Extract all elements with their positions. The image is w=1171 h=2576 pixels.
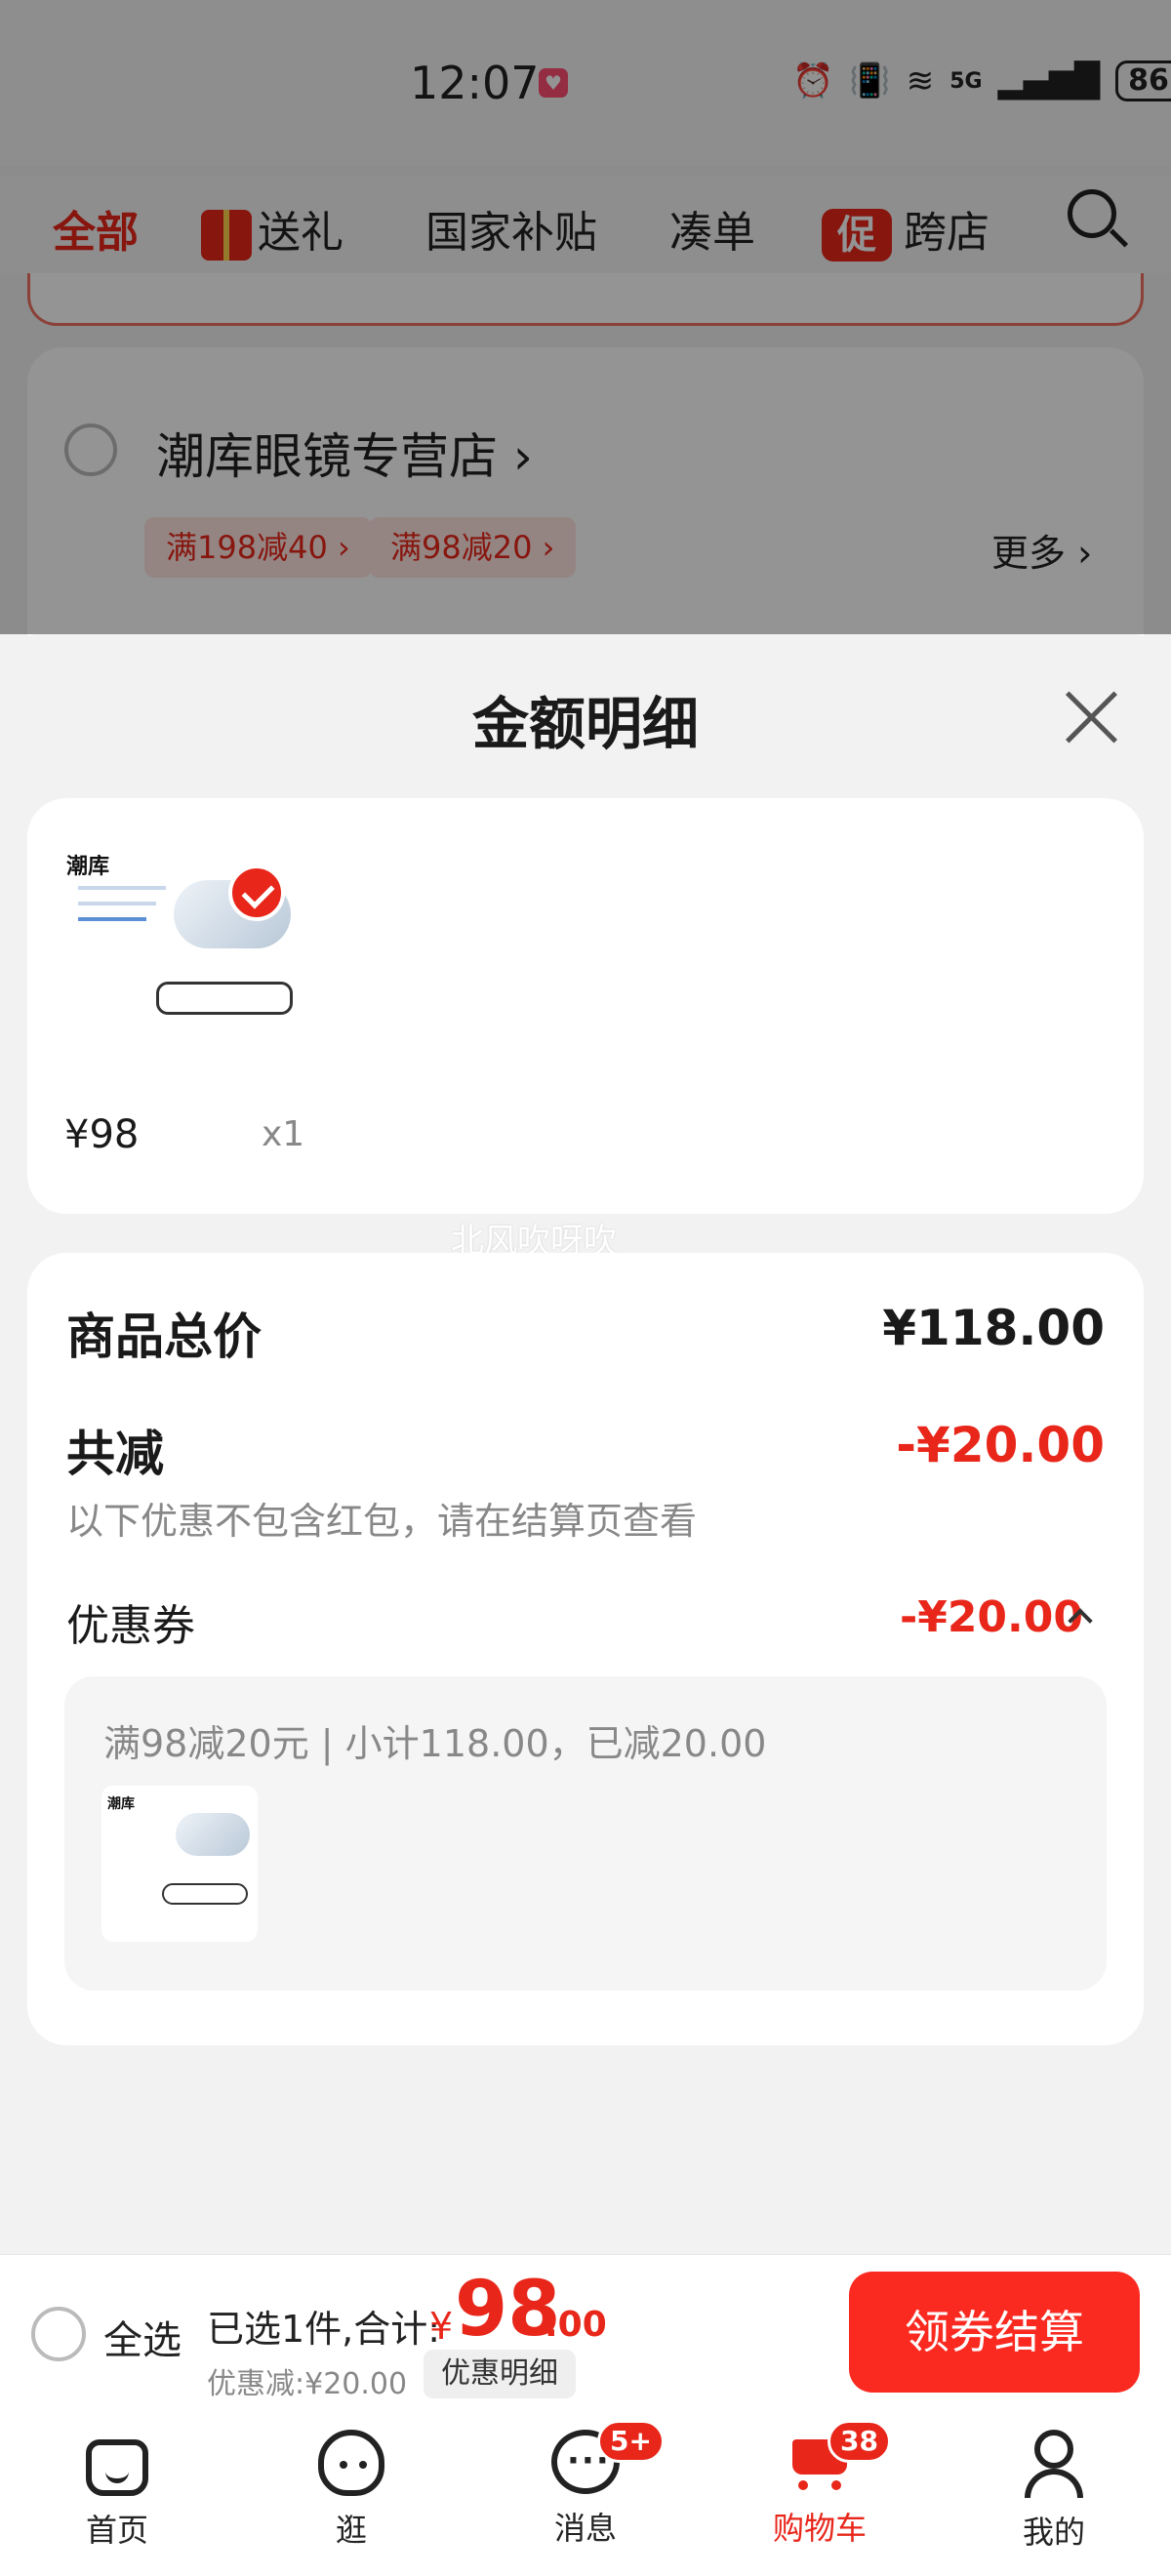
nav-label: 购物车 — [772, 2510, 867, 2547]
thumb-text-line — [78, 917, 146, 921]
selected-check-icon — [228, 865, 285, 921]
nav-label: 首页 — [85, 2512, 148, 2549]
nav-label: 我的 — [1022, 2514, 1085, 2551]
select-all-label[interactable]: 全选 — [103, 2309, 182, 2365]
total-reduction-label: 共减 — [66, 1426, 164, 1482]
discount-detail-button[interactable]: 优惠明细 — [424, 2350, 576, 2398]
thumb-text-line — [78, 886, 166, 890]
total-amount-decimal: .00 — [545, 2305, 607, 2345]
nav-label: 逛 — [335, 2512, 367, 2549]
total-price-label: 商品总价 — [66, 1308, 262, 1365]
dim-overlay[interactable] — [0, 0, 1171, 634]
close-icon[interactable] — [1064, 689, 1118, 744]
glasses-frame-image — [156, 982, 293, 1015]
total-price-value: ¥118.00 — [882, 1300, 1105, 1356]
item-price: ¥98 — [64, 1112, 140, 1157]
coupon-value[interactable]: -¥20.00 — [900, 1592, 1083, 1642]
profile-icon — [1023, 2430, 1085, 2498]
nav-profile[interactable]: 我的 — [976, 2430, 1132, 2553]
stroll-icon — [318, 2430, 384, 2496]
thumb-brand: 潮库 — [66, 855, 110, 879]
thumb-text-line — [78, 902, 156, 906]
glasses-frame-image — [162, 1883, 248, 1905]
nav-label: 消息 — [553, 2510, 617, 2547]
nav-stroll[interactable]: 逛 — [273, 2430, 429, 2551]
coupon-description: 满98减20元 | 小计118.00，已减20.00 — [103, 1722, 767, 1765]
selected-count-text: 已选1件,合计: — [207, 2308, 441, 2351]
total-currency: ¥ — [429, 2305, 454, 2348]
sheet-title: 金额明细 — [471, 691, 699, 757]
discount-note: 以下优惠不包含红包，请在结算页查看 — [66, 1500, 698, 1543]
select-all-radio[interactable] — [31, 2307, 86, 2361]
lens-image — [176, 1813, 250, 1856]
item-quantity: x1 — [262, 1114, 305, 1154]
coupon-product-thumbnail: 潮库 — [101, 1786, 258, 1942]
cart-badge: 38 — [828, 2420, 891, 2463]
checkout-button[interactable]: 领券结算 — [849, 2272, 1140, 2393]
home-icon — [86, 2439, 148, 2496]
discount-amount-text: 优惠减:¥20.00 — [207, 2367, 408, 2401]
total-reduction-value: -¥20.00 — [896, 1417, 1105, 1473]
message-badge: 5+ — [597, 2420, 665, 2463]
nav-home[interactable]: 首页 — [39, 2430, 195, 2551]
thumb-brand: 潮库 — [107, 1796, 135, 1812]
coupon-label: 优惠券 — [66, 1601, 195, 1651]
